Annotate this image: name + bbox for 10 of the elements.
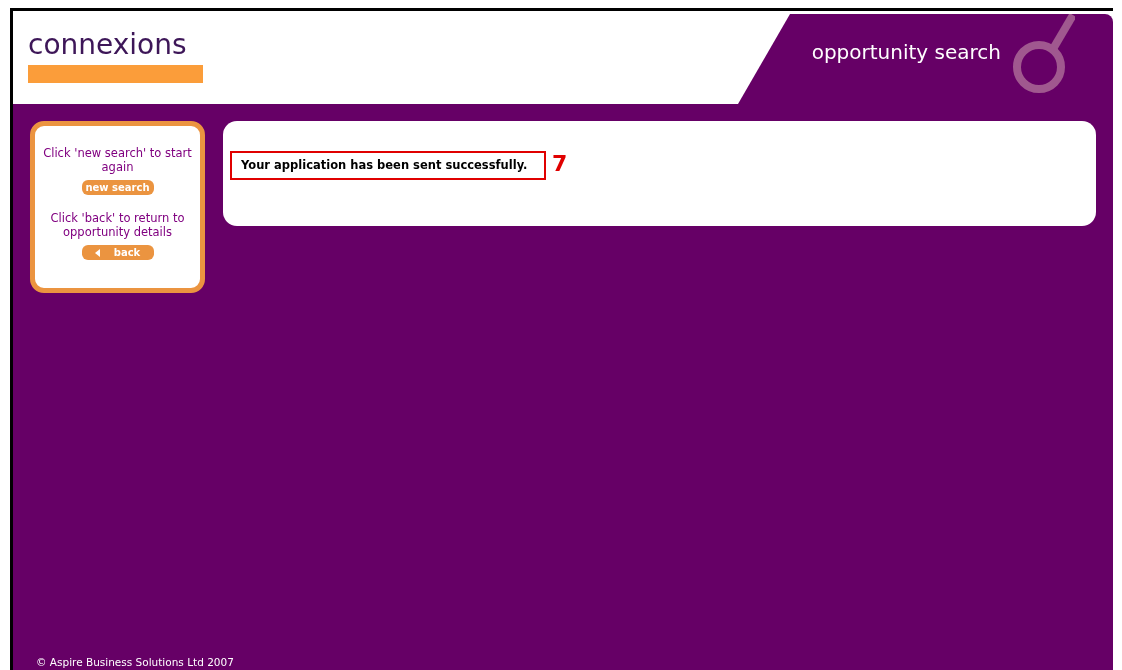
page-title: opportunity search <box>811 40 1001 64</box>
success-message: Your application has been sent successfully. <box>230 151 546 180</box>
new-search-button[interactable]: new search <box>81 180 154 195</box>
copyright: © Aspire Business Solutions Ltd 2007 <box>35 656 235 670</box>
annotation-number: 7 <box>552 151 568 177</box>
sidebar-hint: Click 'back' to return to opportunity details <box>49 211 186 239</box>
sidebar-hint: Click 'new search' to start again <box>42 146 193 174</box>
back-button[interactable]: back <box>81 245 154 260</box>
logo: connexions <box>28 27 188 63</box>
left-arrow-icon <box>94 248 100 257</box>
